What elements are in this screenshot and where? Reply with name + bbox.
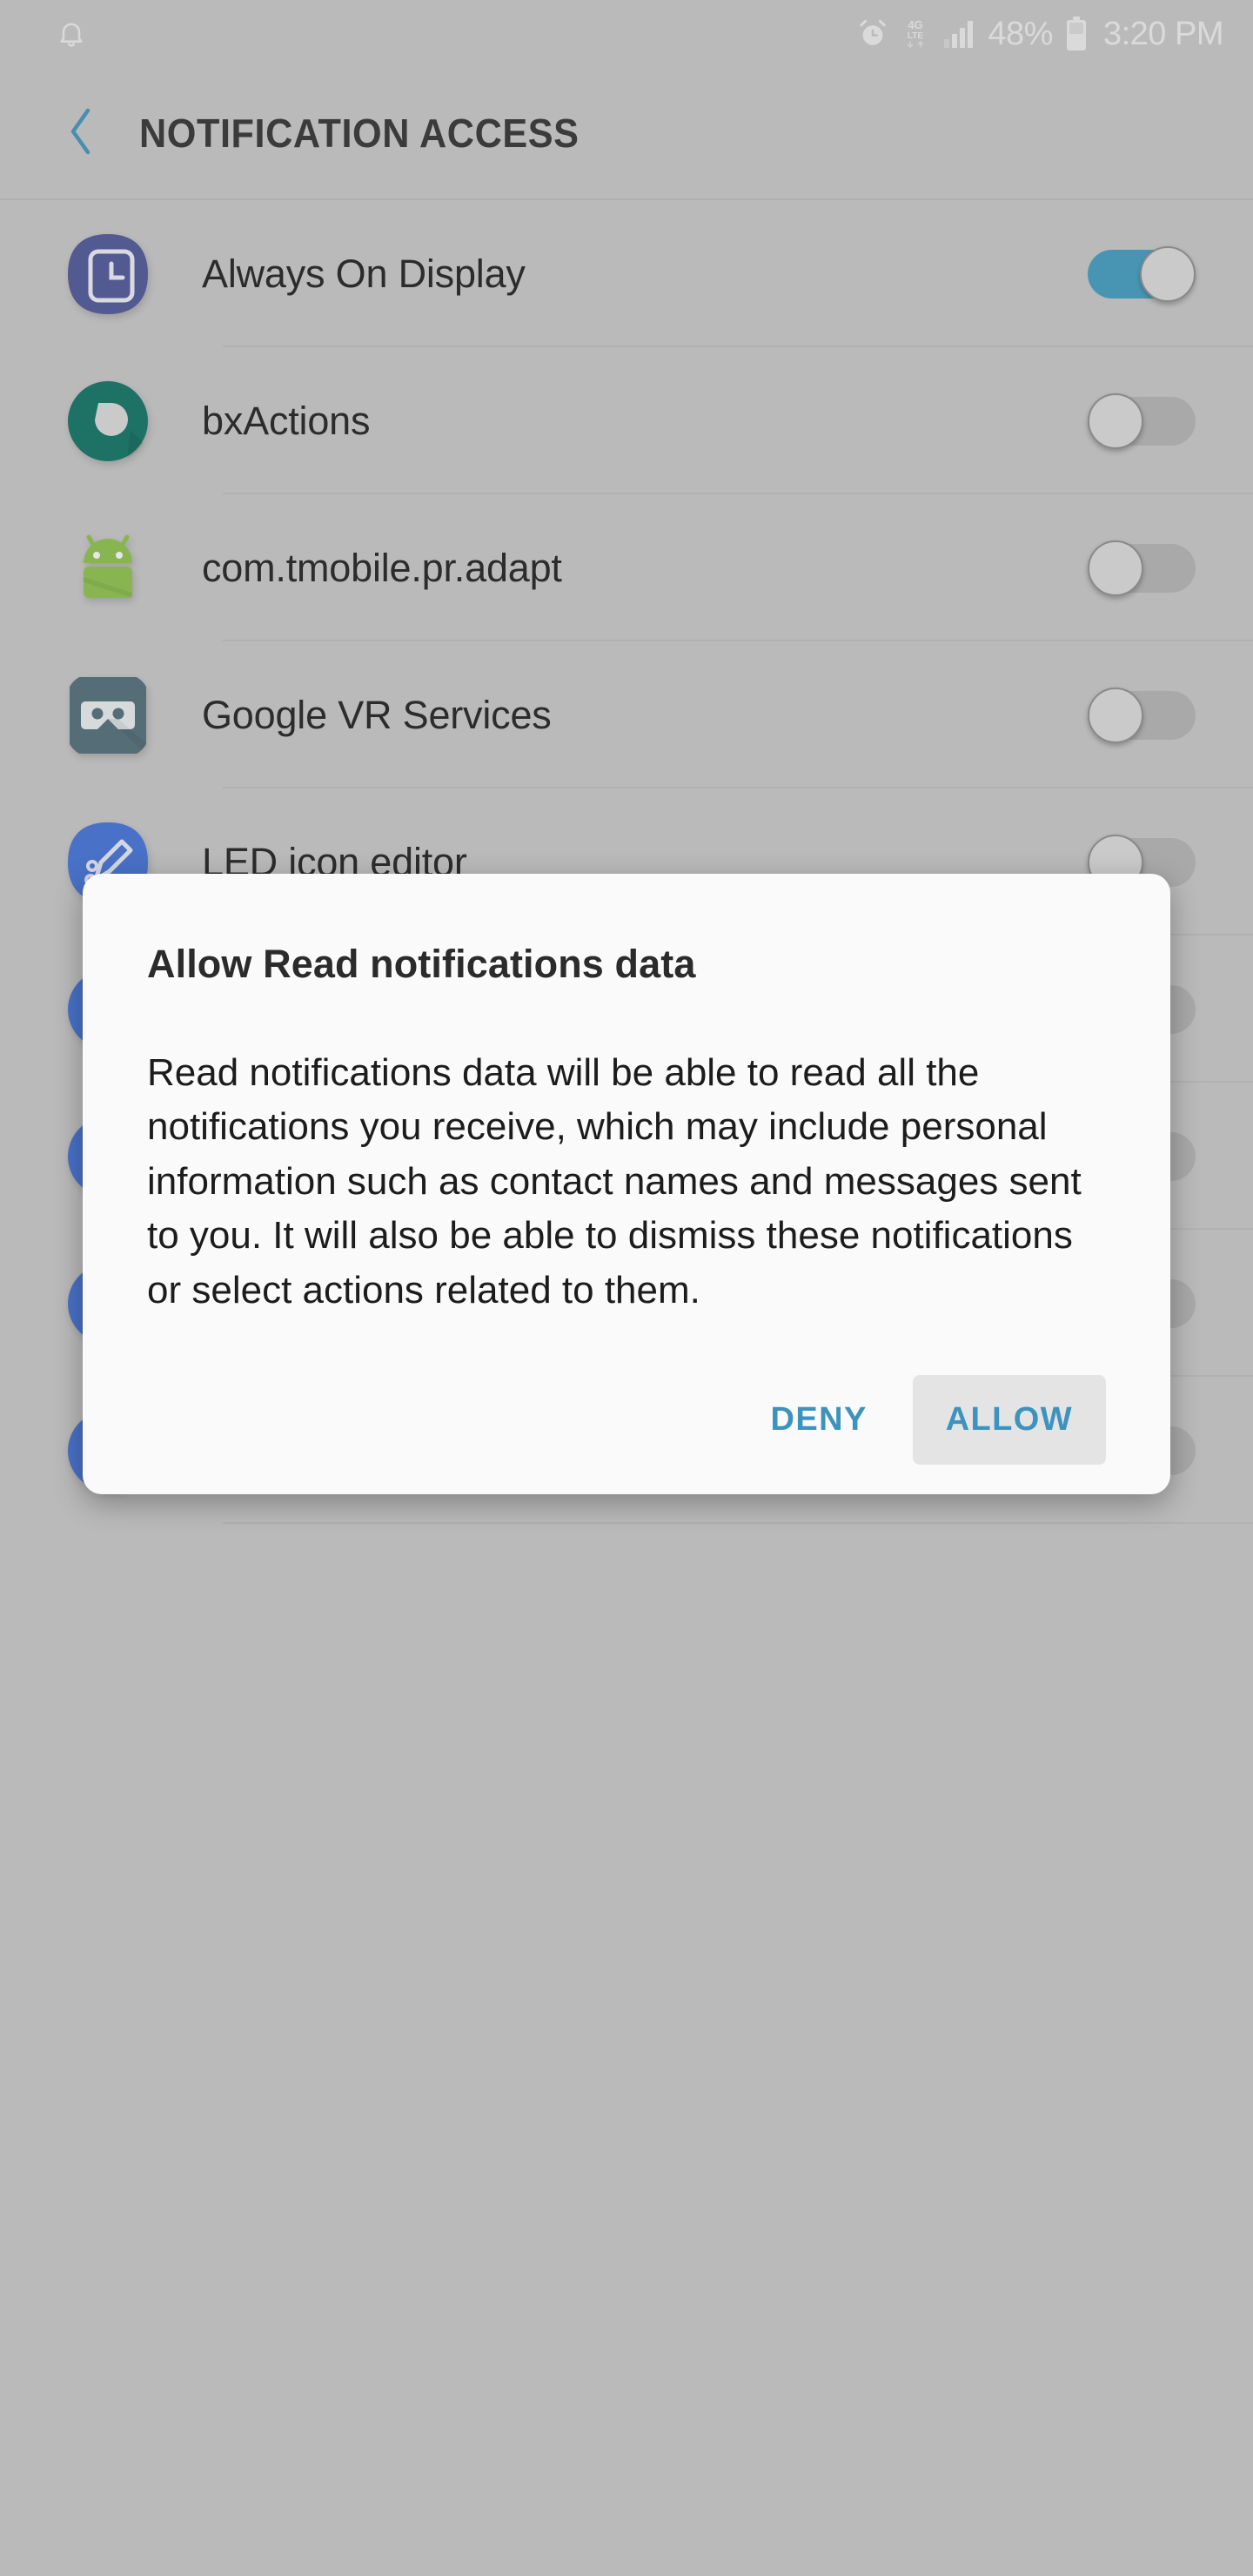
back-chevron-icon bbox=[63, 105, 101, 162]
4g-lte-icon: 4G LTE bbox=[901, 17, 930, 50]
page-title: NOTIFICATION ACCESS bbox=[139, 111, 580, 156]
google-vr-goggles-icon bbox=[66, 674, 150, 757]
status-bar: 4G LTE 48% 3:20 PM bbox=[0, 0, 1253, 68]
notification-access-toggle[interactable] bbox=[1088, 687, 1196, 743]
list-item-label: bxActions bbox=[202, 398, 371, 443]
dialog-button-row: DENY ALLOW bbox=[147, 1375, 1106, 1494]
app-bar: NOTIFICATION ACCESS bbox=[0, 68, 1253, 200]
list-item-label: Google VR Services bbox=[202, 692, 552, 737]
list-item[interactable]: Always On Display bbox=[0, 200, 1253, 347]
list-item-label: com.tmobile.pr.adapt bbox=[202, 545, 562, 590]
clock-label: 3:20 PM bbox=[1102, 16, 1224, 52]
allow-button[interactable]: ALLOW bbox=[912, 1375, 1106, 1466]
toggle-thumb bbox=[1088, 687, 1143, 743]
status-bar-left bbox=[56, 18, 87, 50]
status-bar-right: 4G LTE 48% 3:20 PM bbox=[857, 16, 1224, 52]
toggle-thumb bbox=[1088, 392, 1143, 449]
android-robot-icon bbox=[66, 527, 150, 610]
list-item[interactable]: Google VR Services bbox=[0, 641, 1253, 788]
svg-text:LTE: LTE bbox=[908, 31, 923, 41]
svg-text:4G: 4G bbox=[908, 18, 923, 31]
back-button[interactable] bbox=[49, 100, 115, 166]
dialog-title: Allow Read notifications data bbox=[147, 942, 696, 986]
permission-dialog: Allow Read notifications data Read notif… bbox=[83, 874, 1170, 1495]
list-item[interactable]: com.tmobile.pr.adapt bbox=[0, 494, 1253, 641]
always-on-display-icon bbox=[66, 232, 150, 316]
notification-access-toggle[interactable] bbox=[1088, 245, 1196, 302]
notification-access-toggle[interactable] bbox=[1088, 540, 1196, 596]
list-item-label: Always On Display bbox=[202, 251, 526, 296]
battery-icon bbox=[1065, 17, 1088, 51]
toggle-thumb bbox=[1088, 540, 1143, 596]
notification-access-toggle[interactable] bbox=[1088, 392, 1196, 449]
row-divider bbox=[223, 1522, 1253, 1524]
bell-icon bbox=[56, 18, 87, 50]
alarm-clock-icon bbox=[857, 18, 888, 50]
phone-screen: 4G LTE 48% 3:20 PM NOTIFICATION ACCESS A… bbox=[0, 0, 1253, 2576]
bxactions-icon bbox=[66, 379, 150, 463]
deny-button[interactable]: DENY bbox=[738, 1375, 901, 1465]
list-item[interactable]: bxActions bbox=[0, 347, 1253, 494]
dialog-message: Read notifications data will be able to … bbox=[147, 1051, 1082, 1311]
signal-bars-icon bbox=[942, 19, 975, 49]
battery-percent-label: 48% bbox=[988, 16, 1053, 52]
toggle-thumb bbox=[1140, 245, 1196, 302]
